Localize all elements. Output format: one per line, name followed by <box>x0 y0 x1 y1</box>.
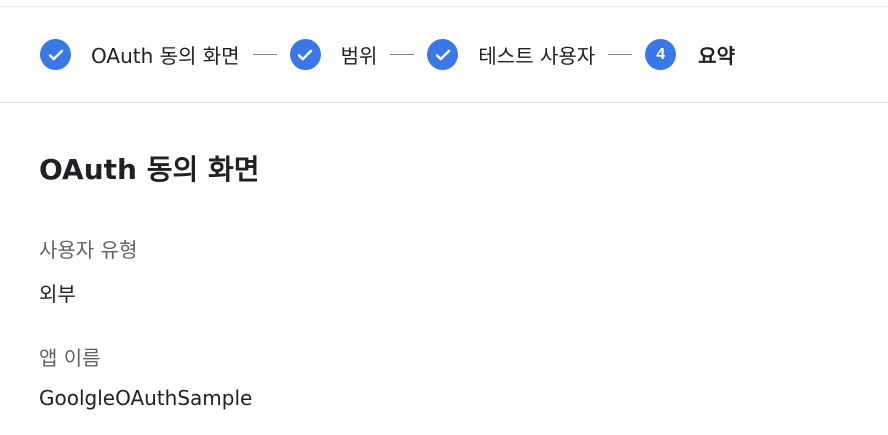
app-name-label: 앱 이름 <box>39 346 101 370</box>
user-type-value: 외부 <box>39 282 76 306</box>
step-summary[interactable]: 4 요약 <box>645 39 735 70</box>
check-icon <box>289 39 321 70</box>
step-scopes[interactable]: 범위 <box>289 39 378 70</box>
user-type-label: 사용자 유형 <box>39 238 138 262</box>
step-oauth-consent[interactable]: OAuth 동의 화면 <box>40 39 240 70</box>
section-title: OAuth 동의 화면 <box>39 150 260 190</box>
step-label: 범위 <box>340 44 378 68</box>
section-title-rest: 동의 화면 <box>136 153 260 186</box>
step-test-users[interactable]: 테스트 사용자 <box>427 39 595 70</box>
step-connector <box>390 54 415 55</box>
step-label: 테스트 사용자 <box>478 44 596 68</box>
step-number: 4 <box>656 45 666 63</box>
progress-stepper: OAuth 동의 화면 범위 테스트 사용자 4 요약 <box>0 7 888 103</box>
summary-section: OAuth 동의 화면 <box>39 150 260 190</box>
step-label: OAuth 동의 화면 <box>91 44 240 68</box>
step-label-active: 요약 <box>698 44 735 68</box>
section-title-bold: OAuth <box>39 153 137 186</box>
step-number-badge: 4 <box>645 39 677 70</box>
check-icon <box>427 39 459 70</box>
step-connector <box>608 54 633 55</box>
step-connector <box>252 54 277 55</box>
app-name-value: GoolgleOAuthSample <box>39 386 253 410</box>
check-icon <box>40 39 71 70</box>
